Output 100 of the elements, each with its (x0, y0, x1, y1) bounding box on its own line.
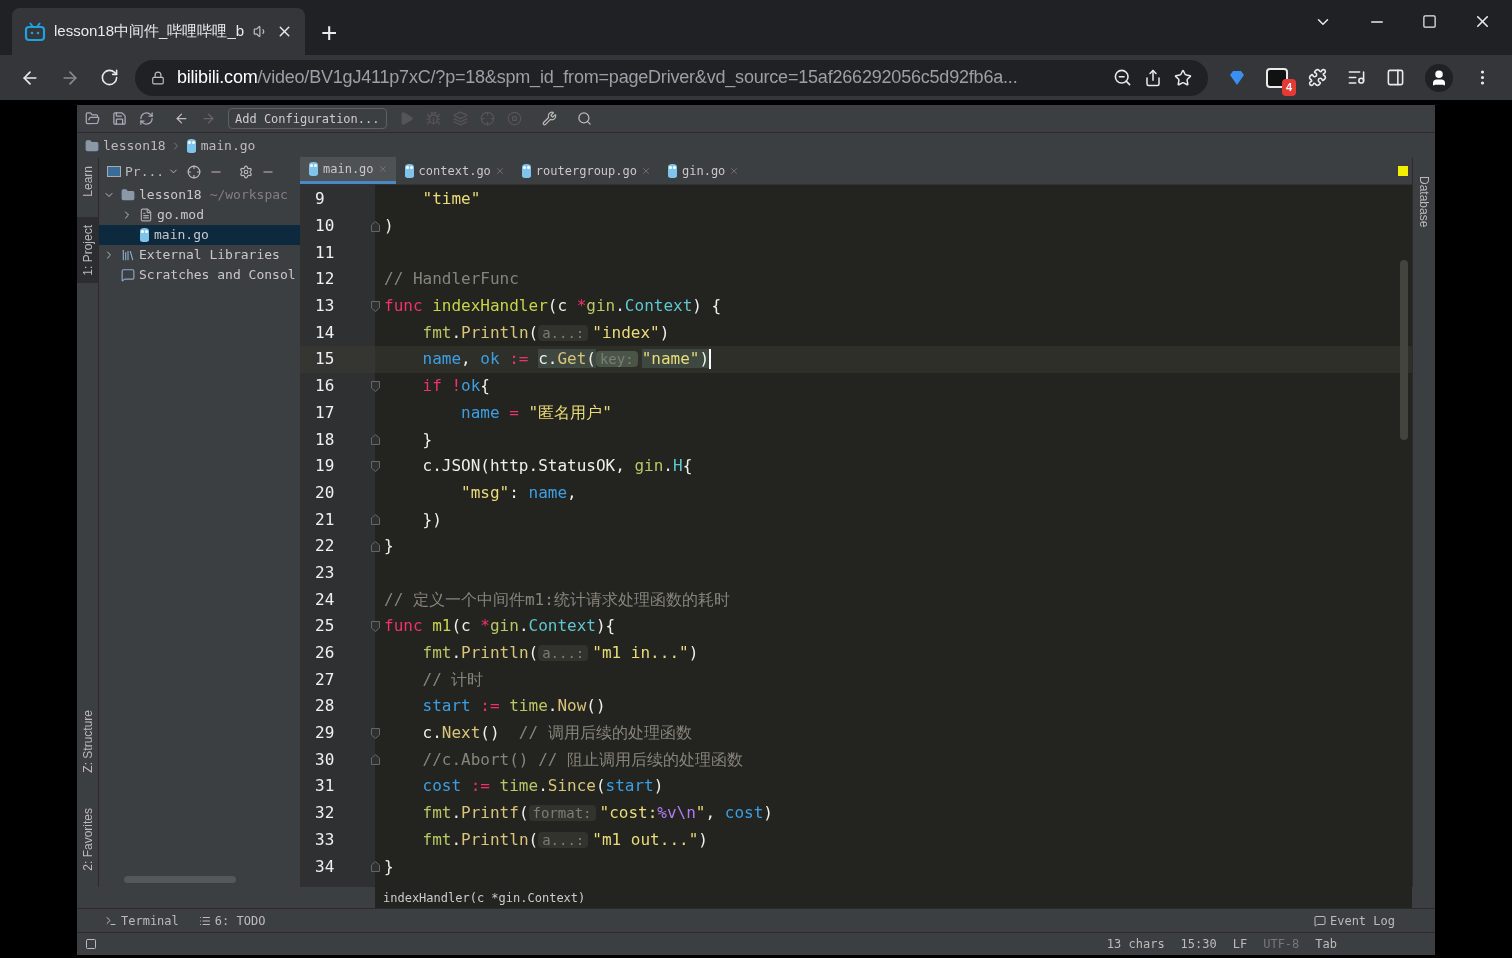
fold-marker-icon[interactable] (371, 540, 380, 552)
url-text: bilibili.com/video/BV1gJ411p7xC/?p=18&spm_id_from=pageDriver&vd_source=15af266292056c5d92fb6a... (176, 66, 1019, 90)
code-line: c.Next() // 调用后续的处理函数 (421, 722, 692, 745)
extensions-icon[interactable] (1308, 68, 1328, 87)
file-icon (139, 208, 153, 222)
side-panel-icon[interactable] (1386, 68, 1406, 87)
fold-marker-icon[interactable] (371, 220, 380, 232)
gopher-file-icon (667, 163, 678, 178)
browser-tab[interactable]: lesson18中间件_哔哩哔哩_b (12, 8, 305, 55)
tree-item[interactable]: main.go (99, 225, 300, 245)
maximize-icon[interactable] (1422, 14, 1437, 29)
tree-label: External Libraries (139, 246, 280, 265)
line-number: 11 (315, 241, 335, 264)
line-number: 29 (315, 722, 335, 745)
bookmark-star-icon[interactable] (1174, 68, 1193, 87)
tree-item[interactable]: lesson18 ~/workspac (99, 185, 300, 205)
event-log-tab[interactable]: Event Log (1313, 911, 1395, 930)
close-icon[interactable] (641, 165, 651, 176)
fold-marker-icon[interactable] (371, 514, 380, 526)
media-icon[interactable] (1347, 68, 1367, 87)
gopher-file-icon (308, 162, 319, 176)
search-icon[interactable] (576, 111, 592, 126)
folder-icon (85, 138, 99, 153)
line-number: 14 (315, 321, 335, 344)
fold-marker-icon[interactable] (371, 434, 380, 446)
side-tab[interactable]: Database (1415, 176, 1433, 228)
line-number: 32 (315, 802, 335, 825)
save-icon[interactable] (112, 111, 127, 126)
wrench-icon[interactable] (541, 111, 557, 126)
tool-window-tab[interactable]: 6: TODO (198, 911, 266, 930)
horizontal-scrollbar[interactable] (124, 876, 236, 883)
editor-tab[interactable]: routergroup.go (512, 157, 659, 184)
side-tab[interactable]: 2: Favorites (77, 800, 98, 879)
add-configuration-button[interactable]: Add Configuration... (228, 108, 387, 129)
tree-item[interactable]: go.mod (99, 205, 300, 225)
address-bar[interactable]: bilibili.com/video/BV1gJ411p7xC/?p=18&spm_id_from=pageDriver&vd_source=15af266292056c5d92fb6a... (134, 59, 1209, 96)
line-number: 21 (315, 508, 335, 531)
line-number: 22 (315, 535, 335, 558)
list-icon[interactable] (198, 914, 211, 927)
close-icon[interactable] (729, 165, 740, 176)
status-item[interactable]: 15:30 (1180, 935, 1217, 953)
breadcrumb[interactable]: lesson18 (103, 135, 166, 156)
locate-icon[interactable] (187, 164, 202, 179)
code-line: }) (421, 508, 442, 531)
fold-marker-icon[interactable] (371, 380, 380, 392)
tree-item[interactable]: Scratches and Consol (99, 265, 300, 285)
sync-icon[interactable] (139, 111, 154, 126)
line-number: 19 (315, 455, 335, 478)
fold-marker-icon[interactable] (371, 300, 380, 312)
gopher-file-icon (139, 228, 150, 242)
speech-bubble-icon[interactable] (1313, 914, 1326, 927)
status-item[interactable]: LF (1232, 935, 1248, 953)
status-item[interactable]: 13 chars (1106, 935, 1165, 953)
code-line: } (421, 428, 433, 451)
breadcrumb[interactable]: main.go (200, 135, 256, 156)
editor-tab[interactable]: context.go (395, 157, 513, 184)
scratch-icon (121, 268, 135, 282)
view-selector[interactable]: Pr... (107, 161, 180, 182)
side-tab[interactable]: Learn (77, 158, 98, 205)
side-tab[interactable]: 1: Project (77, 216, 98, 284)
tree-path: ~/workspac (209, 186, 288, 205)
lock-icon (150, 70, 165, 85)
close-icon[interactable] (494, 165, 505, 176)
editor-tab[interactable]: main.go (300, 157, 396, 184)
tree-label: go.mod (157, 206, 204, 225)
vertical-scrollbar[interactable] (1400, 260, 1408, 440)
line-number: 23 (315, 561, 335, 584)
diamond-extension-icon[interactable] (1228, 68, 1247, 87)
extension-badge: 4 (1282, 79, 1297, 96)
share-icon[interactable] (1144, 68, 1163, 87)
code-line: } (384, 535, 394, 558)
fold-marker-icon[interactable] (371, 861, 380, 873)
terminal-icon[interactable] (105, 914, 117, 927)
zoom-icon[interactable] (1113, 68, 1133, 87)
status-item[interactable]: Tab (1315, 935, 1337, 953)
settings-icon[interactable] (239, 164, 254, 179)
fold-marker-icon[interactable] (371, 727, 380, 739)
line-number: 28 (315, 695, 335, 718)
fold-marker-icon[interactable] (371, 460, 380, 472)
folder-icon (121, 188, 135, 202)
editor-tab[interactable]: gin.go (659, 157, 748, 184)
reload-icon[interactable] (99, 68, 119, 87)
profile-avatar[interactable] (1425, 63, 1454, 92)
forward-icon[interactable] (201, 111, 216, 126)
line-number: 18 (315, 428, 335, 451)
layout-toggle-icon[interactable] (85, 938, 97, 950)
code-line: "msg": name, (460, 481, 577, 504)
code-line: // HandlerFunc (384, 268, 519, 291)
library-icon (121, 248, 135, 262)
tool-window-tab[interactable]: Terminal (105, 911, 179, 930)
back-icon[interactable] (174, 111, 189, 126)
open-icon[interactable] (85, 111, 100, 126)
code-line: if !ok{ (421, 375, 490, 398)
new-tab-button[interactable]: + (321, 19, 338, 47)
fold-marker-icon[interactable] (371, 620, 380, 632)
fold-marker-icon[interactable] (371, 754, 380, 766)
side-tab[interactable]: Z: Structure (77, 701, 98, 781)
tree-label: main.go (154, 226, 209, 245)
tree-item[interactable]: External Libraries (99, 245, 300, 265)
line-number: 31 (315, 775, 335, 798)
